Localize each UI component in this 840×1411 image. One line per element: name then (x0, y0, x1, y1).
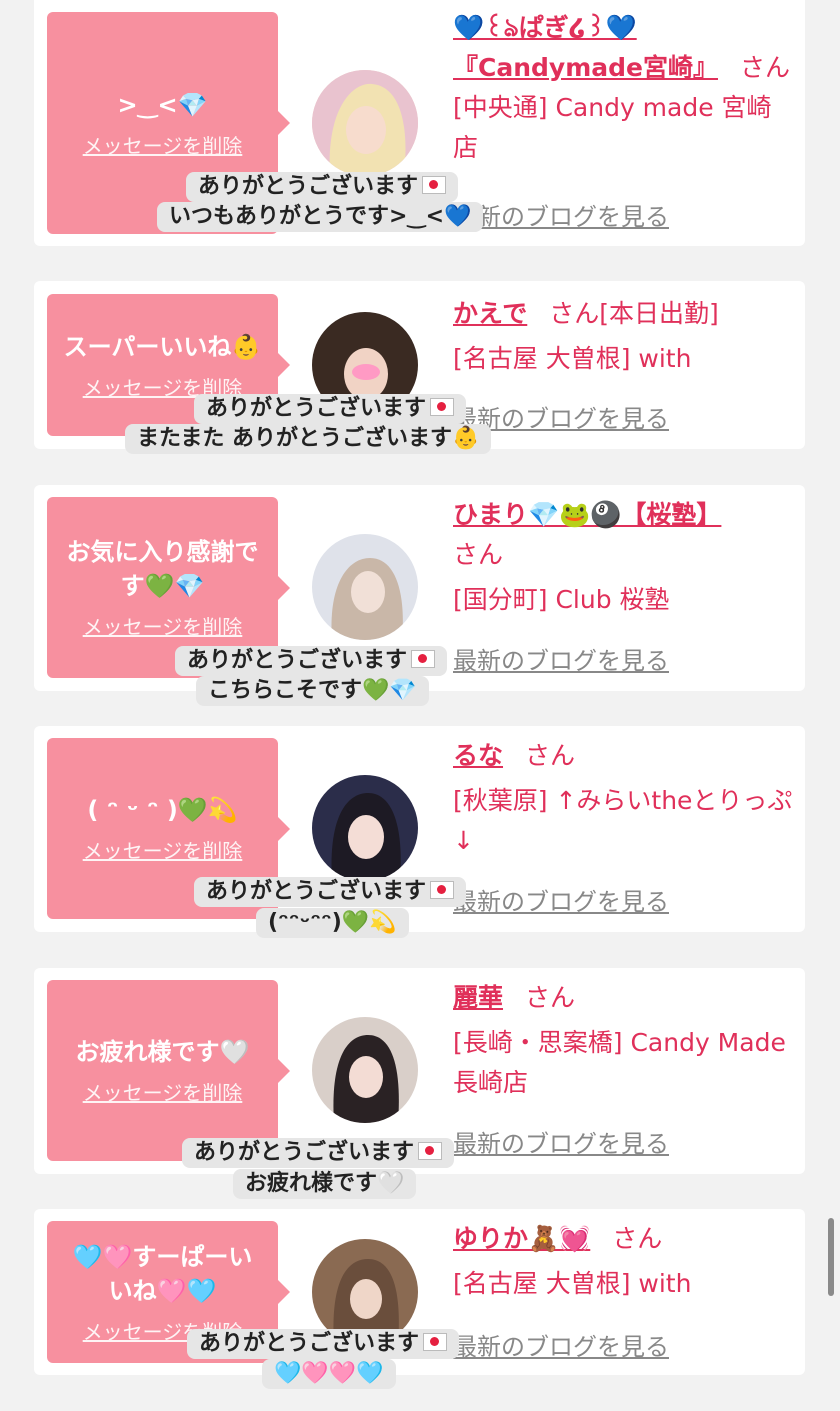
delete-message-link[interactable]: メッセージを削除 (83, 1077, 243, 1106)
reply-line-1: ありがとうございます (187, 648, 408, 673)
message-text: スーパーいいね👶 (63, 332, 262, 361)
blog-link[interactable]: 最新のブログを見る (453, 1327, 669, 1362)
message-text: お気に入り感謝です💚💎 (66, 538, 259, 600)
reply-line-1: ありがとうございます (194, 1140, 415, 1165)
avatar[interactable] (312, 70, 418, 176)
cast-name-link[interactable]: 💙꒰ঌぱぎ໒꒱💙 『Candymade宮崎』 (453, 13, 718, 82)
blog-link[interactable]: 最新のブログを見る (453, 882, 669, 917)
message-text: 🩵🩷すーぱーいいね🩷🩵 (72, 1242, 253, 1305)
cast-name-link[interactable]: ゆりか🧸💓 (453, 1224, 590, 1253)
honorific: さん (525, 741, 576, 770)
delete-message-link[interactable]: メッセージを削除 (83, 835, 243, 864)
reply-line-2: こちらこそです💚💎 (208, 678, 417, 703)
reply-line-1: ありがとうございます (206, 879, 427, 904)
love-letter-icon (430, 398, 455, 416)
cast-info: ひまり💎🐸🎱【桜塾】 さん [国分町] Club 桜塾 (453, 495, 793, 620)
reply-line-1: ありがとうございます (206, 396, 427, 421)
reply-bubble: またまた ありがとうございます👶 (125, 424, 492, 454)
love-letter-icon (411, 650, 436, 668)
message-text: >‿<💎 (117, 90, 208, 119)
reply-line-2: いつもありがとうです>‿<💙 (169, 204, 472, 229)
avatar-photo (312, 70, 418, 176)
honorific: さん[本日出勤] (549, 299, 719, 328)
love-letter-icon (418, 1142, 443, 1160)
message-bubble: お疲れ様です🤍 メッセージを削除 (47, 980, 290, 1161)
cast-name-link[interactable]: 麗華 (453, 983, 503, 1012)
reply-bubble: ありがとうございます (186, 172, 459, 202)
reply-bubble: (ᵔᵔᵕᵔᵔ)💚💫 (256, 908, 409, 938)
cast-info: かえで さん[本日出勤] [名古屋 大曽根] with (453, 294, 793, 379)
avatar-photo (312, 775, 418, 881)
reply-line-1: ありがとうございます (198, 174, 419, 199)
message-list: >‿<💎 メッセージを削除 💙꒰ঌぱぎ໒꒱💙 『Candymade宮崎』 さん [… (0, 0, 840, 1411)
scrollbar[interactable] (828, 1218, 834, 1296)
blog-link[interactable]: 最新のブログを見る (453, 1124, 669, 1159)
honorific: さん (739, 53, 790, 82)
honorific: さん (525, 983, 576, 1012)
shop-name: [名古屋 大曽根] with (453, 344, 692, 373)
love-letter-icon (422, 176, 447, 194)
shop-name: [国分町] Club 桜塾 (453, 585, 670, 614)
reply-line-2: (ᵔᵔᵕᵔᵔ)💚💫 (268, 910, 397, 935)
avatar[interactable] (312, 534, 418, 640)
reply-bubble: こちらこそです💚💎 (196, 676, 429, 706)
reply-line-2: お疲れ様です🤍 (245, 1171, 405, 1196)
reply-line-2: またまた ありがとうございます👶 (137, 426, 480, 451)
cast-name-link[interactable]: かえで (453, 299, 527, 328)
avatar-photo (312, 1017, 418, 1123)
reply-bubble: お疲れ様です🤍 (233, 1169, 417, 1199)
blog-link[interactable]: 最新のブログを見る (453, 197, 669, 232)
reply-bubble: ありがとうございます (194, 394, 467, 424)
avatar[interactable] (312, 1017, 418, 1123)
delete-message-link[interactable]: メッセージを削除 (83, 611, 243, 640)
love-letter-icon (430, 881, 455, 899)
shop-name: [名古屋 大曽根] with (453, 1269, 692, 1298)
shop-name: [秋葉原] ↑みらいtheとりっぷ↓ (453, 786, 793, 855)
cast-info: るな さん [秋葉原] ↑みらいtheとりっぷ↓ (453, 736, 793, 861)
reply-line-2: 🩵🩷🩷🩵 (274, 1361, 384, 1386)
cast-name-link[interactable]: ひまり💎🐸🎱【桜塾】 (453, 500, 721, 529)
honorific: さん (612, 1224, 663, 1253)
reply-bubble: ありがとうございます (187, 1329, 460, 1359)
message-text: ( ᵔ ᵕ ᵔ )💚💫 (87, 796, 238, 824)
reply-bubble: いつもありがとうです>‿<💙 (157, 202, 484, 232)
avatar-photo (312, 534, 418, 640)
message-text: お疲れ様です🤍 (75, 1038, 250, 1066)
reply-bubble: ありがとうございます (175, 646, 448, 676)
reply-line-1: ありがとうございます (199, 1331, 420, 1356)
love-letter-icon (423, 1333, 448, 1351)
reply-bubble: ありがとうございます (182, 1138, 455, 1168)
shop-name: [中央通] Candy made 宮崎店 (453, 93, 772, 162)
cast-info: ゆりか🧸💓 さん [名古屋 大曽根] with (453, 1219, 793, 1304)
cast-info: 麗華 さん [長崎・思案橋] Candy Made 長崎店 (453, 978, 793, 1103)
reply-bubble: ありがとうございます (194, 877, 467, 907)
reply-bubble: 🩵🩷🩷🩵 (262, 1359, 396, 1389)
blog-link[interactable]: 最新のブログを見る (453, 641, 669, 676)
cast-name-link[interactable]: るな (453, 741, 503, 770)
honorific: さん (453, 540, 504, 569)
avatar[interactable] (312, 775, 418, 881)
shop-name: [長崎・思案橋] Candy Made 長崎店 (453, 1028, 786, 1097)
delete-message-link[interactable]: メッセージを削除 (83, 130, 243, 159)
cast-info: 💙꒰ঌぱぎ໒꒱💙 『Candymade宮崎』 さん [中央通] Candy mad… (453, 8, 793, 168)
